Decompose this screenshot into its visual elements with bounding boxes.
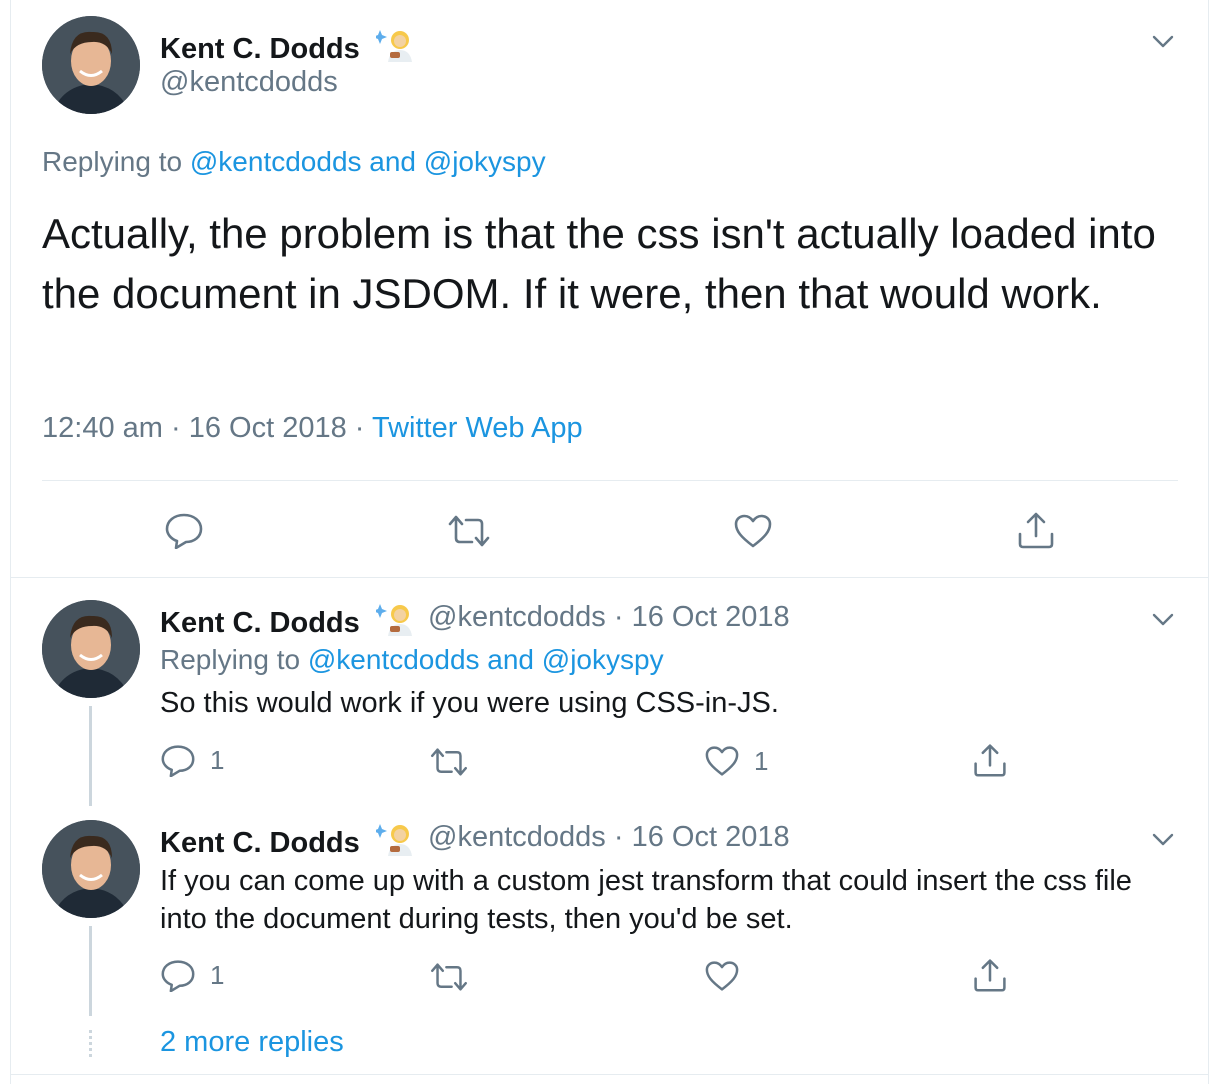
thread-line — [89, 706, 92, 806]
reply-icon — [161, 960, 195, 992]
tweet-text: So this would work if you were using CSS… — [160, 687, 779, 719]
heart-icon — [705, 746, 739, 776]
like-button[interactable]: 1 — [704, 745, 768, 777]
retweet-icon — [448, 515, 490, 547]
scientist-emoji-icon — [372, 600, 416, 644]
thread-line — [89, 926, 92, 1016]
like-count: 1 — [754, 745, 769, 776]
bottom-separator — [10, 1074, 1208, 1075]
author-handle[interactable]: @kentcdodds — [428, 601, 606, 633]
chevron-down-icon[interactable] — [1148, 26, 1178, 56]
tweet-text: Actually, the problem is that the css is… — [42, 210, 1156, 317]
share-icon — [1018, 512, 1054, 549]
reply-count: 1 — [210, 959, 225, 990]
chevron-down-icon[interactable] — [1148, 824, 1178, 854]
share-icon — [974, 959, 1006, 992]
author-name-text[interactable]: Kent C. Dodds — [160, 827, 360, 859]
reply-icon — [165, 513, 203, 549]
replying-to-label: Replying to — [160, 644, 308, 675]
meta-separator: · — [613, 601, 624, 633]
meta-separator: · — [613, 821, 624, 853]
handle-and-date: @kentcdodds · 16 Oct 2018 — [428, 601, 790, 634]
tweet-time[interactable]: 12:40 am — [42, 412, 163, 444]
author-handle[interactable]: @kentcdodds — [428, 821, 606, 853]
tweet-text: If you can come up with a custom jest tr… — [160, 865, 1132, 935]
author-handle[interactable]: @kentcdodds — [160, 66, 338, 99]
author-name[interactable]: Kent C. Dodds — [160, 600, 416, 644]
replying-to-label: Replying to — [42, 146, 190, 177]
author-name[interactable]: Kent C. Dodds — [160, 26, 416, 70]
thread-dots — [89, 1030, 92, 1060]
reply-count: 1 — [210, 744, 225, 775]
right-border — [1208, 0, 1209, 1084]
left-border — [10, 0, 11, 1084]
meta-separator: · — [354, 412, 365, 444]
replying-to-link[interactable]: @kentcdodds and @jokyspy — [190, 146, 546, 177]
retweet-icon — [430, 748, 467, 776]
retweet-button[interactable] — [428, 747, 470, 777]
tweet-date[interactable]: 16 Oct 2018 — [632, 821, 790, 853]
reply-button[interactable]: 1 — [160, 958, 224, 992]
retweet-button[interactable] — [446, 514, 492, 548]
share-button[interactable] — [972, 957, 1008, 993]
avatar[interactable] — [42, 600, 140, 698]
tweet-separator — [10, 577, 1208, 578]
replying-to-link[interactable]: @kentcdodds and @jokyspy — [308, 644, 664, 675]
share-icon — [974, 744, 1006, 777]
replying-to: Replying to @kentcdodds and @jokyspy — [42, 146, 546, 178]
like-button[interactable] — [704, 960, 740, 992]
author-name-text[interactable]: Kent C. Dodds — [160, 607, 360, 639]
scientist-emoji-icon — [372, 26, 416, 70]
divider — [42, 480, 1178, 481]
avatar[interactable] — [42, 820, 140, 918]
retweet-icon — [430, 963, 467, 991]
heart-icon — [734, 514, 772, 548]
meta-separator: · — [170, 412, 181, 444]
share-button[interactable] — [1016, 510, 1056, 550]
tweet-date[interactable]: 16 Oct 2018 — [189, 412, 347, 444]
replying-to: Replying to @kentcdodds and @jokyspy — [160, 644, 664, 676]
retweet-button[interactable] — [428, 962, 470, 992]
heart-icon — [705, 961, 739, 991]
reply-icon — [161, 745, 195, 777]
like-button[interactable] — [733, 513, 773, 549]
tweet-date[interactable]: 16 Oct 2018 — [632, 601, 790, 633]
avatar[interactable] — [42, 16, 140, 114]
author-name[interactable]: Kent C. Dodds — [160, 820, 416, 864]
more-replies-link[interactable]: 2 more replies — [160, 1026, 344, 1059]
share-button[interactable] — [972, 742, 1008, 778]
tweet-meta: 12:40 am · 16 Oct 2018 · Twitter Web App — [42, 412, 583, 445]
author-name-text[interactable]: Kent C. Dodds — [160, 33, 360, 65]
scientist-emoji-icon — [372, 820, 416, 864]
handle-and-date: @kentcdodds · 16 Oct 2018 — [428, 821, 790, 854]
reply-button[interactable]: 1 — [160, 743, 224, 777]
tweet-source-link[interactable]: Twitter Web App — [372, 412, 583, 444]
reply-button[interactable] — [164, 511, 204, 549]
chevron-down-icon[interactable] — [1148, 604, 1178, 634]
